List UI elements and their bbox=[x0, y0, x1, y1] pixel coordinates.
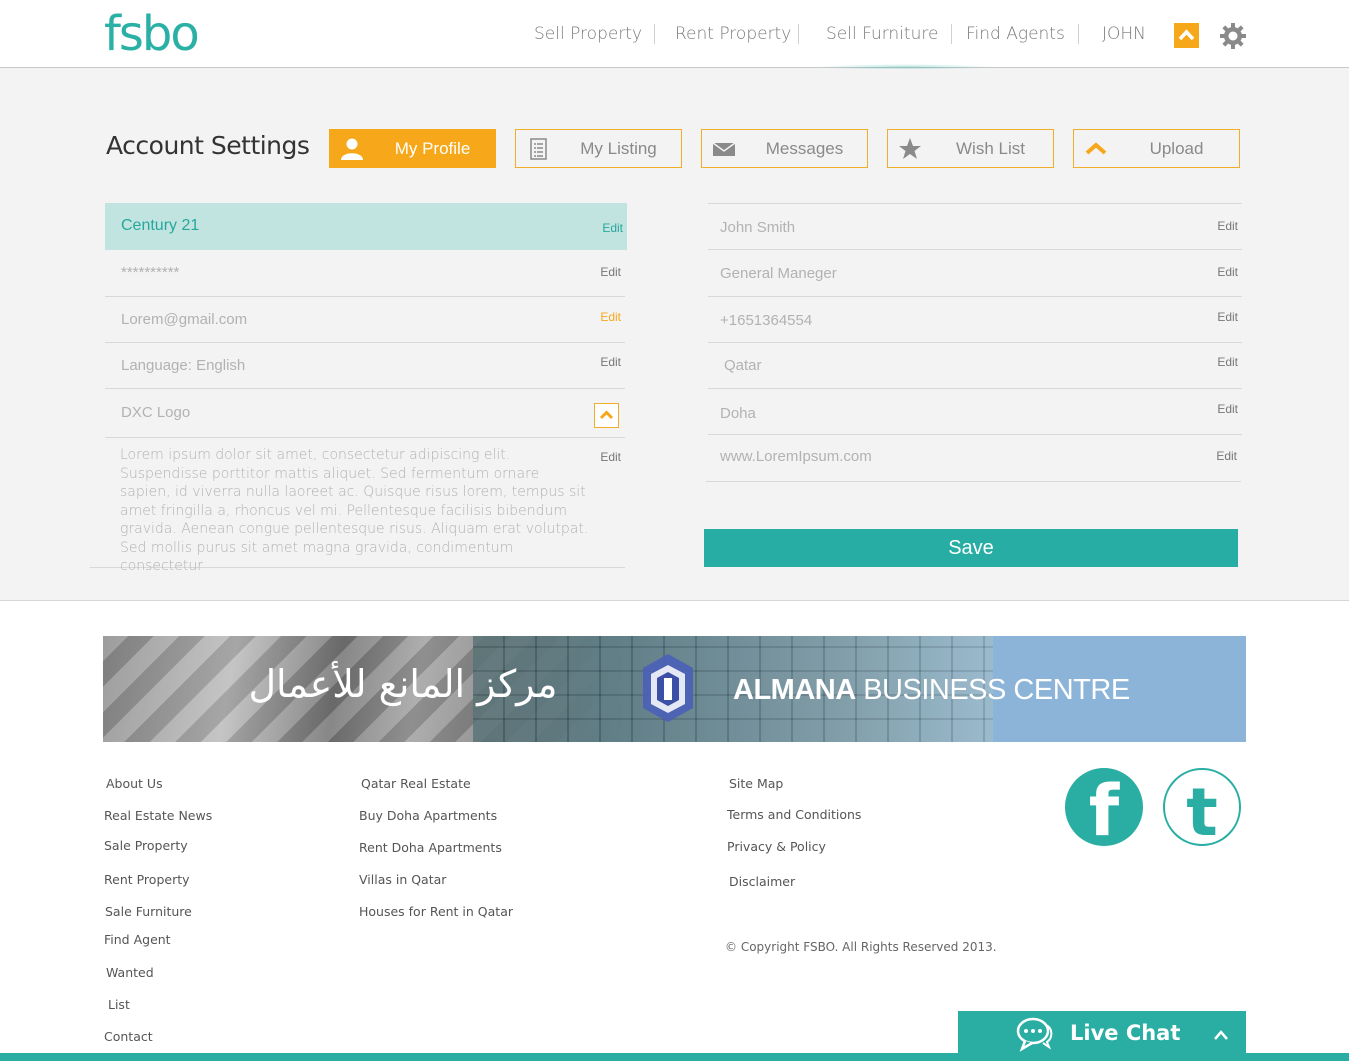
footer-link-site-map[interactable]: Site Map bbox=[729, 776, 783, 791]
tab-my-listing[interactable]: My Listing bbox=[515, 129, 682, 168]
twitter-icon[interactable]: t bbox=[1163, 768, 1241, 851]
chevron-up-icon[interactable] bbox=[1213, 1028, 1229, 1040]
footer-link-villas-in-qatar[interactable]: Villas in Qatar bbox=[359, 872, 446, 887]
website-value: www.LoremIpsum.com bbox=[720, 448, 872, 465]
country-value: Qatar bbox=[724, 357, 762, 374]
fsbo-logo[interactable]: fsbo bbox=[104, 6, 200, 62]
nav-divider bbox=[1078, 24, 1079, 44]
footer-link-contact[interactable]: Contact bbox=[104, 1029, 153, 1044]
edit-link[interactable]: Edit bbox=[600, 450, 621, 464]
footer-link-rent-doha-apartments[interactable]: Rent Doha Apartments bbox=[359, 840, 502, 855]
tab-label: Wish List bbox=[956, 139, 1025, 158]
footer-link-sale-furniture[interactable]: Sale Furniture bbox=[105, 904, 192, 919]
language-row: Language: English Edit bbox=[105, 343, 625, 389]
password-value: ********** bbox=[121, 264, 180, 281]
tab-label: Messages bbox=[765, 139, 844, 158]
footer-link-rent-property[interactable]: Rent Property bbox=[104, 872, 190, 887]
banner-arabic-text: مركز المانع للأعمال bbox=[248, 662, 558, 706]
upload-icon[interactable] bbox=[594, 403, 619, 428]
footer-link-qatar-real-estate[interactable]: Qatar Real Estate bbox=[361, 776, 471, 791]
top-header: fsbo Sell Property Rent Property Sell Fu… bbox=[0, 0, 1349, 70]
nav-sell-furniture[interactable]: Sell Furniture bbox=[826, 20, 938, 48]
job-title-row: General Maneger Edit bbox=[708, 250, 1242, 297]
twitter-glyph: t bbox=[1186, 774, 1218, 851]
account-settings-panel: Account Settings My Profile My Listing M… bbox=[0, 69, 1349, 601]
nav-divider bbox=[654, 24, 655, 44]
tab-label: My Profile bbox=[394, 139, 471, 158]
gear-icon[interactable] bbox=[1219, 22, 1247, 50]
logo-value: DXC Logo bbox=[121, 404, 191, 421]
edit-link[interactable]: Edit bbox=[600, 310, 621, 324]
chevron-up-icon[interactable] bbox=[1174, 23, 1199, 48]
company-name-row: Century 21 Edit bbox=[105, 203, 627, 250]
tab-upload[interactable]: Upload bbox=[1073, 129, 1240, 168]
footer-link-buy-doha-apartments[interactable]: Buy Doha Apartments bbox=[359, 808, 497, 823]
email-value: Lorem@gmail.com bbox=[121, 311, 248, 328]
tab-messages[interactable]: Messages bbox=[701, 129, 868, 168]
language-value: Language: English bbox=[121, 357, 246, 374]
nav-find-agents[interactable]: Find Agents bbox=[966, 20, 1065, 48]
city-value: Doha bbox=[720, 405, 756, 422]
phone-value: +1651364554 bbox=[720, 312, 813, 329]
footer-link-wanted[interactable]: Wanted bbox=[106, 965, 154, 980]
edit-link[interactable]: Edit bbox=[1217, 402, 1238, 416]
tab-wish-list[interactable]: Wish List bbox=[887, 129, 1054, 168]
live-chat-label: Live Chat bbox=[1070, 1021, 1181, 1045]
footer-link-find-agent[interactable]: Find Agent bbox=[104, 932, 171, 947]
edit-link[interactable]: Edit bbox=[602, 221, 623, 235]
footer-link-sale-property[interactable]: Sale Property bbox=[104, 838, 188, 853]
email-row: Lorem@gmail.com Edit bbox=[105, 297, 625, 343]
country-row: Qatar Edit bbox=[708, 343, 1242, 389]
job-title-value: General Maneger bbox=[720, 265, 837, 282]
page-title: Account Settings bbox=[106, 131, 310, 160]
footer-link-real-estate-news[interactable]: Real Estate News bbox=[104, 808, 212, 823]
password-row: ********** Edit bbox=[105, 250, 625, 297]
facebook-glyph: f bbox=[1088, 770, 1120, 852]
footer-link-about-us[interactable]: About Us bbox=[106, 776, 163, 791]
save-button[interactable]: Save bbox=[704, 529, 1238, 567]
edit-link[interactable]: Edit bbox=[600, 265, 621, 279]
banner-name-bold: ALMANA bbox=[733, 674, 856, 706]
nav-divider bbox=[951, 24, 952, 44]
nav-rent-property[interactable]: Rent Property bbox=[675, 20, 791, 48]
footer-link-disclaimer[interactable]: Disclaimer bbox=[729, 874, 795, 889]
live-chat-button[interactable]: Live Chat bbox=[958, 1011, 1246, 1061]
city-row: Doha Edit bbox=[708, 389, 1242, 435]
banner-name-rest: BUSINESS CENTRE bbox=[855, 674, 1130, 706]
company-name-value: Century 21 bbox=[121, 217, 200, 234]
nav-sell-property[interactable]: Sell Property bbox=[534, 20, 642, 48]
website-row: www.LoremIpsum.com Edit bbox=[706, 435, 1241, 482]
full-name-value: John Smith bbox=[720, 219, 796, 236]
footer-link-privacy[interactable]: Privacy & Policy bbox=[727, 839, 826, 854]
full-name-row: John Smith Edit bbox=[708, 203, 1242, 250]
tab-label: Upload bbox=[1149, 139, 1204, 158]
edit-link[interactable]: Edit bbox=[1216, 449, 1237, 463]
edit-link[interactable]: Edit bbox=[1217, 355, 1238, 369]
description-text: Lorem ipsum dolor sit amet, consectetur … bbox=[120, 447, 589, 574]
nav-user-name[interactable]: JOHN bbox=[1102, 20, 1146, 48]
banner-company-name: ALMANA BUSINESS CENTRE bbox=[733, 674, 1130, 707]
copyright-text: © Copyright FSBO. All Rights Reserved 20… bbox=[725, 940, 997, 954]
edit-link[interactable]: Edit bbox=[1217, 265, 1238, 279]
phone-row: +1651364554 Edit bbox=[708, 297, 1242, 343]
edit-link[interactable]: Edit bbox=[1217, 219, 1238, 233]
edit-link[interactable]: Edit bbox=[600, 355, 621, 369]
almana-logo-icon bbox=[633, 648, 703, 732]
footer-link-houses-for-rent[interactable]: Houses for Rent in Qatar bbox=[359, 904, 513, 919]
footer-link-list[interactable]: List bbox=[108, 997, 130, 1012]
facebook-icon[interactable]: f bbox=[1065, 768, 1143, 852]
edit-link[interactable]: Edit bbox=[1217, 310, 1238, 324]
tab-my-profile[interactable]: My Profile bbox=[329, 129, 496, 168]
footer-link-terms[interactable]: Terms and Conditions bbox=[727, 807, 861, 822]
tab-label: My Listing bbox=[580, 139, 657, 158]
sponsor-banner[interactable]: مركز المانع للأعمال ALMANA BUSINESS CENT… bbox=[103, 636, 1246, 742]
chat-bubble-icon bbox=[1016, 1016, 1054, 1052]
nav-divider bbox=[798, 24, 799, 44]
logo-row: DXC Logo bbox=[105, 389, 625, 438]
